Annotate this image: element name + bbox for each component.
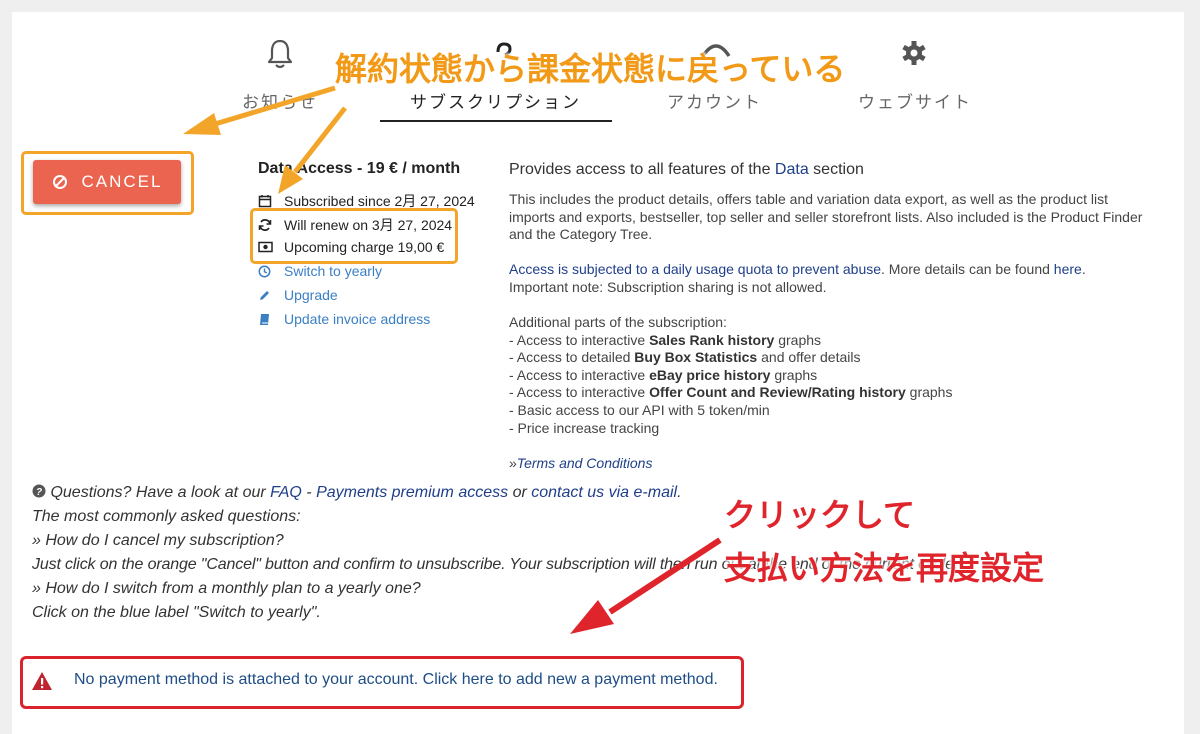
annotation-arrows (183, 85, 722, 634)
orange-arrow-to-cancel (183, 85, 336, 135)
orange-arrow-to-plan (278, 106, 347, 194)
annotation-reset-payment: 支払い方法を再度設定 (724, 550, 1045, 586)
red-arrow-to-alert (570, 537, 722, 634)
annotation-click-here: クリックして (724, 497, 916, 533)
annotation-restored-billing: 解約状態から課金状態に戻っている (335, 51, 846, 87)
